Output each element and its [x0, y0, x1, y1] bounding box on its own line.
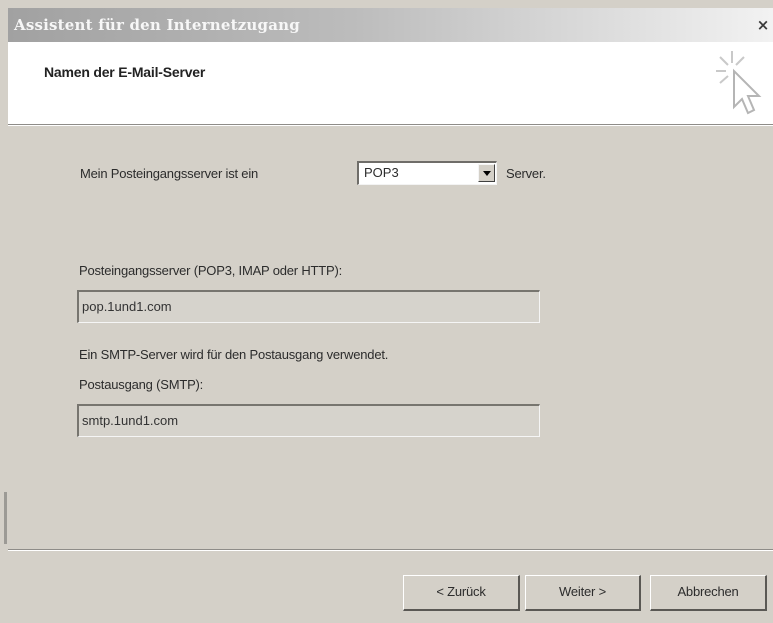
outgoing-server-label: Postausgang (SMTP): — [79, 377, 204, 392]
incoming-type-label: Mein Posteingangsserver ist ein — [80, 166, 259, 181]
incoming-server-value: pop.1und1.com — [82, 299, 172, 314]
outgoing-server-value: smtp.1und1.com — [82, 413, 179, 428]
server-suffix-label: Server. — [506, 166, 546, 181]
footer-separator — [8, 549, 773, 551]
incoming-server-label: Posteingangsserver (POP3, IMAP oder HTTP… — [79, 263, 343, 278]
page-title: Namen der E-Mail-Server — [44, 64, 206, 80]
smtp-info-text: Ein SMTP-Server wird für den Postausgang… — [79, 347, 389, 362]
back-button[interactable]: < Zurück — [403, 575, 520, 611]
wizard-header: Namen der E-Mail-Server — [8, 42, 773, 124]
window-title: Assistent für den Internetzugang — [14, 16, 300, 34]
wizard-cursor-icon — [716, 51, 762, 115]
edge-mark — [4, 492, 7, 544]
chevron-down-icon[interactable] — [478, 164, 495, 182]
incoming-server-type-value: POP3 — [364, 165, 399, 180]
header-separator — [8, 124, 773, 126]
cancel-button[interactable]: Abbrechen — [650, 575, 767, 611]
internet-connection-wizard-dialog: Assistent für den Internetzugang × Namen… — [0, 0, 773, 623]
outgoing-server-field[interactable]: smtp.1und1.com — [77, 404, 540, 437]
incoming-server-field[interactable]: pop.1und1.com — [77, 290, 540, 323]
title-bar[interactable]: Assistent für den Internetzugang × — [8, 8, 773, 42]
incoming-server-type-select[interactable]: POP3 — [357, 161, 497, 185]
close-button[interactable]: × — [755, 16, 771, 34]
next-button[interactable]: Weiter > — [525, 575, 641, 611]
